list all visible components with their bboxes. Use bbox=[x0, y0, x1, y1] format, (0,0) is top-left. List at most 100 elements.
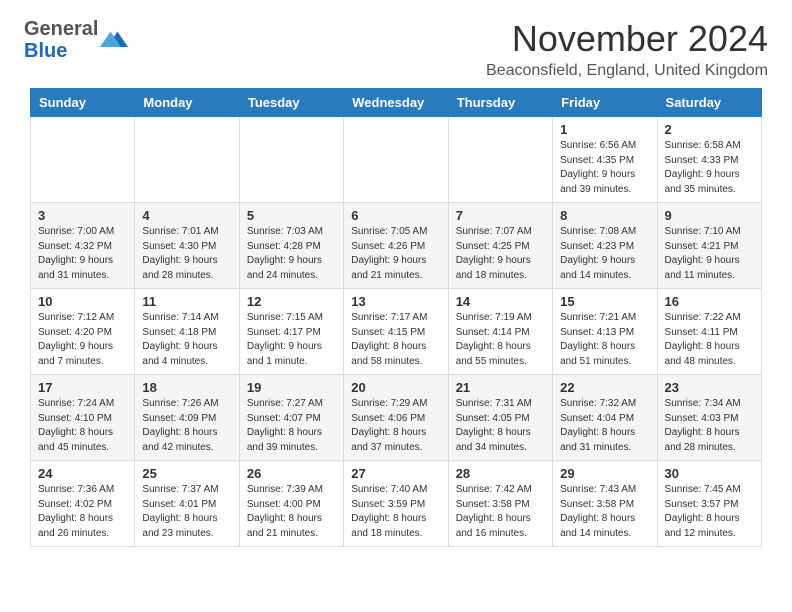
calendar-cell: 28Sunrise: 7:42 AM Sunset: 3:58 PM Dayli… bbox=[448, 461, 552, 547]
month-title: November 2024 bbox=[486, 18, 768, 60]
calendar-cell: 18 Sunrise: 7:26 AM Sunset: 4:09 PM Dayli… bbox=[135, 375, 239, 461]
calendar-cell: 30Sunrise: 7:45 AM Sunset: 3:57 PM Dayli… bbox=[657, 461, 761, 547]
calendar-cell: 14 Sunrise: 7:19 AM Sunset: 4:14 PM Dayli… bbox=[448, 289, 552, 375]
calendar-cell: 16 Sunrise: 7:22 AM Sunset: 4:11 PM Dayli… bbox=[657, 289, 761, 375]
calendar-cell: 20Sunrise: 7:29 AM Sunset: 4:06 PM Dayli… bbox=[344, 375, 448, 461]
calendar-week-3: 10 Sunrise: 7:12 AM Sunset: 4:20 PM Dayli… bbox=[31, 289, 762, 375]
calendar-header: SundayMondayTuesdayWednesdayThursdayFrid… bbox=[31, 89, 762, 117]
day-number: 25 bbox=[142, 466, 231, 481]
day-info: Sunrise: 7:34 AM Sunset: 4:03 PM Dayligh… bbox=[665, 398, 741, 453]
weekday-header-friday: Friday bbox=[553, 89, 657, 117]
calendar-cell: 29Sunrise: 7:43 AM Sunset: 3:58 PM Dayli… bbox=[553, 461, 657, 547]
weekday-header-monday: Monday bbox=[135, 89, 239, 117]
day-number: 14 bbox=[456, 294, 545, 309]
logo-general-text: General bbox=[24, 18, 98, 40]
day-number: 8 bbox=[560, 208, 649, 223]
calendar-cell: 2Sunrise: 6:58 AM Sunset: 4:33 PM Daylig… bbox=[657, 117, 761, 203]
day-info: Sunrise: 7:19 AM Sunset: 4:14 PM Dayligh… bbox=[456, 312, 532, 367]
day-info: Sunrise: 7:24 AM Sunset: 4:10 PM Dayligh… bbox=[38, 398, 114, 453]
day-info: Sunrise: 7:14 AM Sunset: 4:18 PM Dayligh… bbox=[142, 312, 218, 367]
calendar-cell: 10 Sunrise: 7:12 AM Sunset: 4:20 PM Dayli… bbox=[31, 289, 135, 375]
calendar-cell: 23 Sunrise: 7:34 AM Sunset: 4:03 PM Dayli… bbox=[657, 375, 761, 461]
day-info: Sunrise: 7:07 AM Sunset: 4:25 PM Dayligh… bbox=[456, 226, 532, 281]
day-number: 24 bbox=[38, 466, 127, 481]
day-info: Sunrise: 7:26 AM Sunset: 4:09 PM Dayligh… bbox=[142, 398, 218, 453]
day-info: Sunrise: 7:29 AM Sunset: 4:06 PM Dayligh… bbox=[351, 398, 427, 453]
day-info: Sunrise: 7:21 AM Sunset: 4:13 PM Dayligh… bbox=[560, 312, 636, 367]
calendar-cell: 15 Sunrise: 7:21 AM Sunset: 4:13 PM Dayli… bbox=[553, 289, 657, 375]
day-number: 15 bbox=[560, 294, 649, 309]
weekday-header-wednesday: Wednesday bbox=[344, 89, 448, 117]
day-number: 26 bbox=[247, 466, 336, 481]
day-number: 30 bbox=[665, 466, 754, 481]
calendar-cell: 12 Sunrise: 7:15 AM Sunset: 4:17 PM Dayli… bbox=[239, 289, 343, 375]
day-info: Sunrise: 7:01 AM Sunset: 4:30 PM Dayligh… bbox=[142, 226, 218, 281]
calendar-cell: 27 Sunrise: 7:40 AM Sunset: 3:59 PM Dayli… bbox=[344, 461, 448, 547]
day-number: 3 bbox=[38, 208, 127, 223]
day-number: 19 bbox=[247, 380, 336, 395]
calendar-cell: 8 Sunrise: 7:08 AM Sunset: 4:23 PM Daylig… bbox=[553, 203, 657, 289]
day-number: 1 bbox=[560, 122, 649, 137]
day-number: 21 bbox=[456, 380, 545, 395]
day-info: Sunrise: 6:56 AM Sunset: 4:35 PM Dayligh… bbox=[560, 140, 636, 195]
day-info: Sunrise: 7:08 AM Sunset: 4:23 PM Dayligh… bbox=[560, 226, 636, 281]
day-info: Sunrise: 7:15 AM Sunset: 4:17 PM Dayligh… bbox=[247, 312, 323, 367]
day-number: 27 bbox=[351, 466, 440, 481]
day-number: 28 bbox=[456, 466, 545, 481]
day-info: Sunrise: 7:36 AM Sunset: 4:02 PM Dayligh… bbox=[38, 484, 114, 539]
day-info: Sunrise: 7:37 AM Sunset: 4:01 PM Dayligh… bbox=[142, 484, 218, 539]
calendar-cell: 9 Sunrise: 7:10 AM Sunset: 4:21 PM Daylig… bbox=[657, 203, 761, 289]
calendar-cell: 25 Sunrise: 7:37 AM Sunset: 4:01 PM Dayli… bbox=[135, 461, 239, 547]
day-info: Sunrise: 7:40 AM Sunset: 3:59 PM Dayligh… bbox=[351, 484, 427, 539]
day-number: 18 bbox=[142, 380, 231, 395]
calendar-week-4: 17 Sunrise: 7:24 AM Sunset: 4:10 PM Dayli… bbox=[31, 375, 762, 461]
day-info: Sunrise: 7:39 AM Sunset: 4:00 PM Dayligh… bbox=[247, 484, 323, 539]
calendar-cell: 7 Sunrise: 7:07 AM Sunset: 4:25 PM Daylig… bbox=[448, 203, 552, 289]
day-number: 5 bbox=[247, 208, 336, 223]
day-info: Sunrise: 7:05 AM Sunset: 4:26 PM Dayligh… bbox=[351, 226, 427, 281]
day-info: Sunrise: 7:03 AM Sunset: 4:28 PM Dayligh… bbox=[247, 226, 323, 281]
day-number: 4 bbox=[142, 208, 231, 223]
day-number: 6 bbox=[351, 208, 440, 223]
calendar-cell: 17 Sunrise: 7:24 AM Sunset: 4:10 PM Dayli… bbox=[31, 375, 135, 461]
calendar-cell: 4 Sunrise: 7:01 AM Sunset: 4:30 PM Daylig… bbox=[135, 203, 239, 289]
day-info: Sunrise: 7:32 AM Sunset: 4:04 PM Dayligh… bbox=[560, 398, 636, 453]
calendar-week-5: 24 Sunrise: 7:36 AM Sunset: 4:02 PM Dayli… bbox=[31, 461, 762, 547]
day-number: 11 bbox=[142, 294, 231, 309]
day-info: Sunrise: 7:10 AM Sunset: 4:21 PM Dayligh… bbox=[665, 226, 741, 281]
calendar-cell: 1 Sunrise: 6:56 AM Sunset: 4:35 PM Daylig… bbox=[553, 117, 657, 203]
day-number: 22 bbox=[560, 380, 649, 395]
calendar-cell: 6 Sunrise: 7:05 AM Sunset: 4:26 PM Daylig… bbox=[344, 203, 448, 289]
weekday-header-tuesday: Tuesday bbox=[239, 89, 343, 117]
calendar-cell: 5 Sunrise: 7:03 AM Sunset: 4:28 PM Daylig… bbox=[239, 203, 343, 289]
calendar-cell bbox=[135, 117, 239, 203]
day-number: 10 bbox=[38, 294, 127, 309]
day-number: 17 bbox=[38, 380, 127, 395]
calendar-cell: 22 Sunrise: 7:32 AM Sunset: 4:04 PM Dayli… bbox=[553, 375, 657, 461]
calendar-cell: 11 Sunrise: 7:14 AM Sunset: 4:18 PM Dayli… bbox=[135, 289, 239, 375]
logo-blue-text: Blue bbox=[24, 40, 67, 62]
day-number: 13 bbox=[351, 294, 440, 309]
calendar-cell bbox=[239, 117, 343, 203]
page-header: General Blue November 2024 Beaconsfield,… bbox=[0, 0, 792, 88]
day-info: Sunrise: 7:22 AM Sunset: 4:11 PM Dayligh… bbox=[665, 312, 741, 367]
day-number: 12 bbox=[247, 294, 336, 309]
weekday-header-saturday: Saturday bbox=[657, 89, 761, 117]
day-number: 9 bbox=[665, 208, 754, 223]
day-info: Sunrise: 7:17 AM Sunset: 4:15 PM Dayligh… bbox=[351, 312, 427, 367]
day-number: 16 bbox=[665, 294, 754, 309]
day-number: 7 bbox=[456, 208, 545, 223]
day-info: Sunrise: 6:58 AM Sunset: 4:33 PM Dayligh… bbox=[665, 140, 741, 195]
day-info: Sunrise: 7:12 AM Sunset: 4:20 PM Dayligh… bbox=[38, 312, 114, 367]
calendar-cell bbox=[448, 117, 552, 203]
day-info: Sunrise: 7:43 AM Sunset: 3:58 PM Dayligh… bbox=[560, 484, 636, 539]
weekday-header-thursday: Thursday bbox=[448, 89, 552, 117]
calendar-cell bbox=[344, 117, 448, 203]
calendar-cell: 21Sunrise: 7:31 AM Sunset: 4:05 PM Dayli… bbox=[448, 375, 552, 461]
day-number: 23 bbox=[665, 380, 754, 395]
calendar-cell: 3Sunrise: 7:00 AM Sunset: 4:32 PM Daylig… bbox=[31, 203, 135, 289]
weekday-header-row: SundayMondayTuesdayWednesdayThursdayFrid… bbox=[31, 89, 762, 117]
calendar-week-2: 3Sunrise: 7:00 AM Sunset: 4:32 PM Daylig… bbox=[31, 203, 762, 289]
calendar-table: SundayMondayTuesdayWednesdayThursdayFrid… bbox=[30, 88, 762, 547]
calendar-week-1: 1 Sunrise: 6:56 AM Sunset: 4:35 PM Daylig… bbox=[31, 117, 762, 203]
